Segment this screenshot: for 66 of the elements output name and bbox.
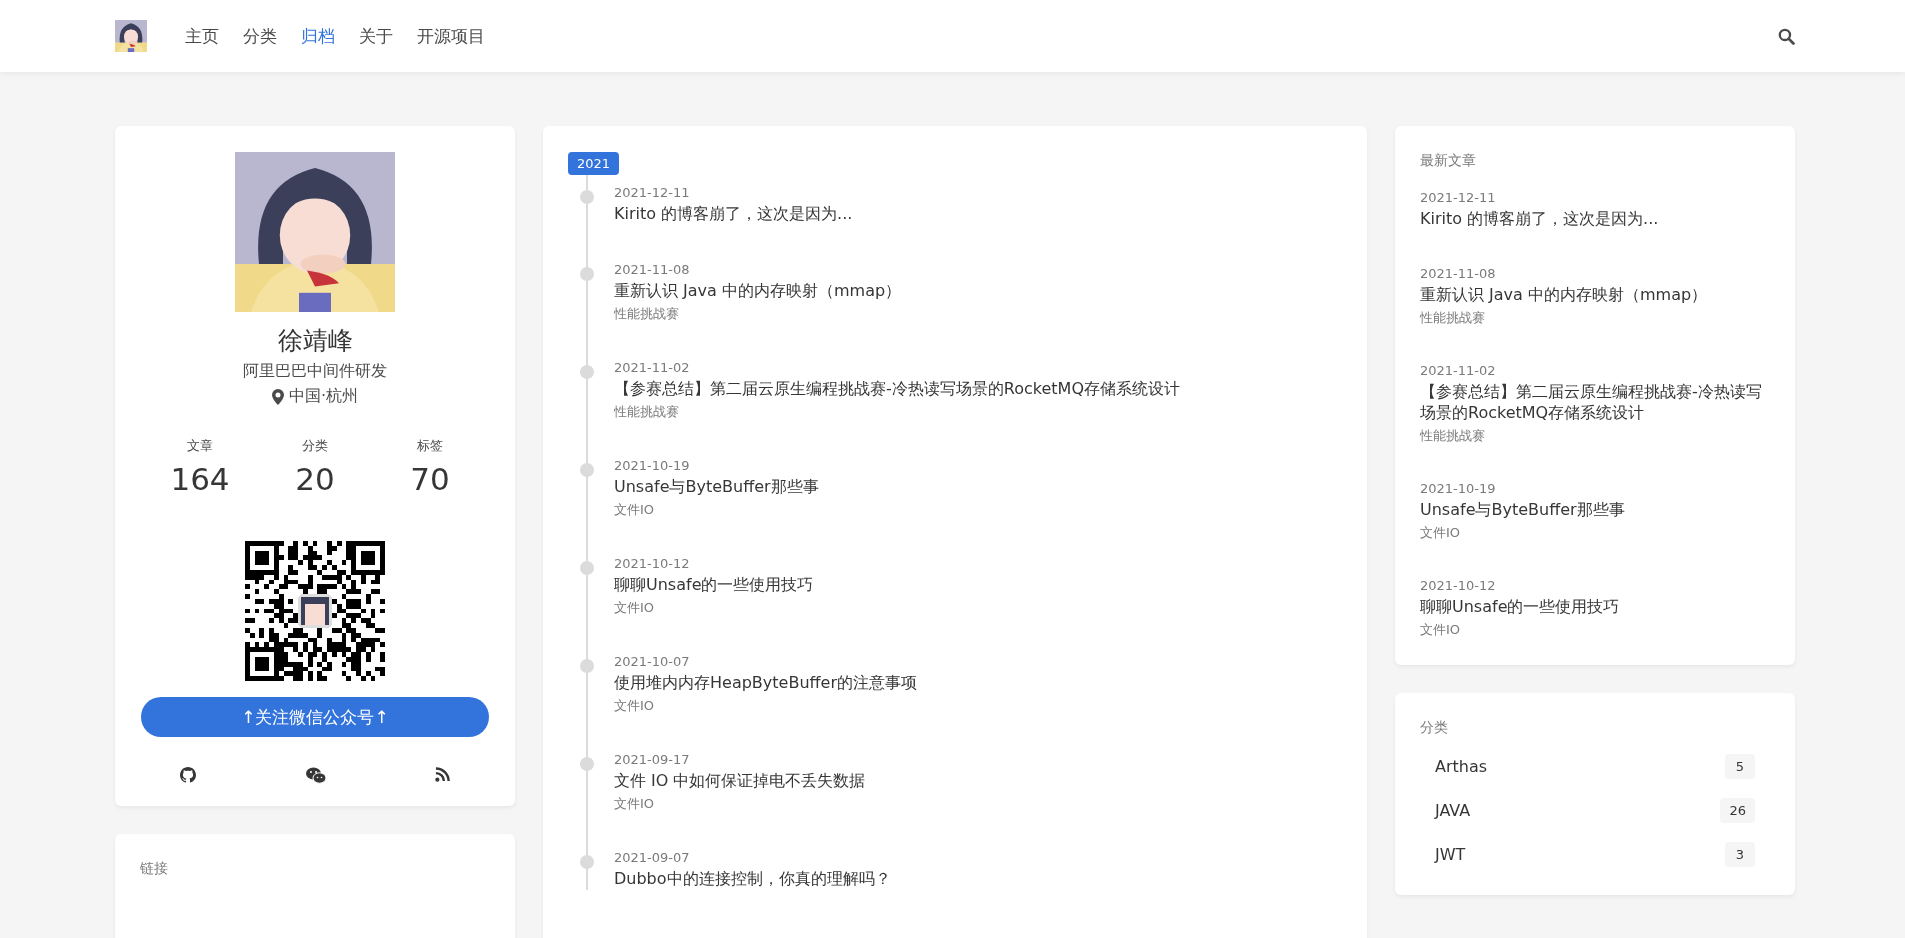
- post-category-link[interactable]: 文件IO: [614, 501, 1342, 519]
- post-date: 2021-12-11: [1420, 190, 1497, 205]
- post-date: 2021-10-07: [614, 654, 691, 669]
- follow-button[interactable]: ↑关注微信公众号↑: [141, 697, 489, 737]
- post-date: 2021-12-11: [614, 185, 691, 200]
- stat-value[interactable]: 164: [170, 461, 230, 497]
- post-title-link[interactable]: 使用堆内内存HeapByteBuffer的注意事项: [614, 673, 1342, 694]
- post-category-link[interactable]: 文件IO: [614, 795, 1342, 813]
- github-icon[interactable]: [180, 767, 196, 783]
- search-icon[interactable]: [1778, 27, 1795, 45]
- post-title-link[interactable]: Dubbo中的连接控制，你真的理解吗？: [614, 869, 1342, 890]
- rss-icon[interactable]: [435, 767, 450, 782]
- post-title-link[interactable]: 【参赛总结】第二届云原生编程挑战赛-冷热读写场景的RocketMQ存储系统设计: [614, 379, 1342, 400]
- post-category-link[interactable]: 性能挑战赛: [614, 305, 1342, 323]
- author-location: 中国·杭州: [288, 386, 359, 407]
- card-title: 最新文章: [1420, 152, 1477, 170]
- category-count: 3: [1725, 841, 1755, 867]
- category-count: 26: [1720, 797, 1755, 823]
- post-date: 2021-11-08: [1420, 266, 1497, 281]
- post-title-link[interactable]: Unsafe与ByteBuffer那些事: [614, 477, 1342, 498]
- post-date: 2021-10-19: [614, 458, 691, 473]
- stat-label: 分类: [302, 437, 328, 455]
- post-date: 2021-11-08: [614, 262, 691, 277]
- post-title-link[interactable]: 重新认识 Java 中的内存映射（mmap）: [614, 281, 1342, 302]
- post-title-link[interactable]: 聊聊Unsafe的一些使用技巧: [1420, 597, 1770, 618]
- post-category-link[interactable]: 文件IO: [1420, 621, 1770, 639]
- post-title-link[interactable]: Kirito 的博客崩了，这次是因为...: [614, 204, 1342, 225]
- location-pin-icon: [271, 388, 284, 405]
- stat-value[interactable]: 70: [410, 461, 450, 497]
- post-date: 2021-11-02: [614, 360, 691, 375]
- post-date: 2021-09-07: [614, 850, 691, 865]
- post-date: 2021-10-12: [1420, 578, 1497, 593]
- post-category-link[interactable]: 文件IO: [614, 697, 1342, 715]
- post-category-link[interactable]: 性能挑战赛: [614, 403, 1342, 421]
- post-category-link[interactable]: 文件IO: [1420, 524, 1770, 542]
- post-title-link[interactable]: 重新认识 Java 中的内存映射（mmap）: [1420, 285, 1770, 306]
- author-title: 阿里巴巴中间件研发: [243, 361, 387, 382]
- post-title-link[interactable]: 文件 IO 中如何保证掉电不丢失数据: [614, 771, 1342, 792]
- card-title: 链接: [140, 860, 169, 878]
- post-category-link[interactable]: 文件IO: [614, 599, 1342, 617]
- card-title: 分类: [1420, 719, 1449, 737]
- nav-link[interactable]: 关于: [347, 24, 405, 48]
- post-date: 2021-11-02: [1420, 363, 1497, 378]
- post-title-link[interactable]: Unsafe与ByteBuffer那些事: [1420, 500, 1770, 521]
- post-date: 2021-10-19: [1420, 481, 1497, 496]
- post-date: 2021-10-12: [614, 556, 691, 571]
- stat-label: 文章: [187, 437, 213, 455]
- post-title-link[interactable]: Kirito 的博客崩了，这次是因为...: [1420, 209, 1770, 230]
- nav-link[interactable]: 主页: [173, 24, 231, 48]
- author-name: 徐靖峰: [277, 325, 353, 357]
- category-link[interactable]: JWT: [1435, 844, 1466, 864]
- post-category-link[interactable]: 性能挑战赛: [1420, 427, 1770, 445]
- wechat-icon[interactable]: [305, 767, 326, 784]
- post-category-link[interactable]: 性能挑战赛: [1420, 309, 1770, 327]
- category-link[interactable]: JAVA: [1435, 800, 1471, 820]
- category-link[interactable]: Arthas: [1435, 756, 1488, 776]
- category-count: 5: [1725, 753, 1755, 779]
- post-date: 2021-09-17: [614, 752, 691, 767]
- nav-link[interactable]: 分类: [231, 24, 289, 48]
- post-title-link[interactable]: 【参赛总结】第二届云原生编程挑战赛-冷热读写场景的RocketMQ存储系统设计: [1420, 382, 1770, 424]
- post-title-link[interactable]: 聊聊Unsafe的一些使用技巧: [614, 575, 1342, 596]
- nav-link[interactable]: 归档: [289, 24, 347, 48]
- year-tag: 2021: [568, 152, 620, 175]
- stat-value[interactable]: 20: [295, 461, 335, 497]
- stat-label: 标签: [417, 437, 443, 455]
- nav-link[interactable]: 开源项目: [405, 24, 497, 48]
